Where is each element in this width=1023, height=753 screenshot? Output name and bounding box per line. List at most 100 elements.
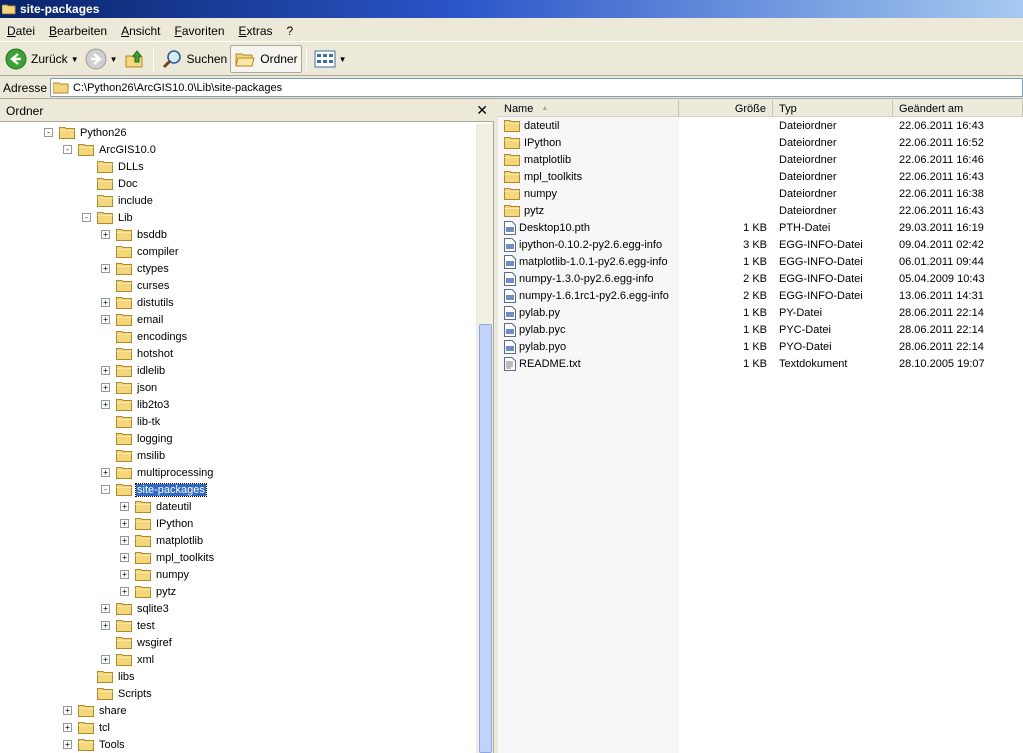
tree-item[interactable]: + pytz bbox=[120, 583, 177, 600]
tree-item[interactable]: + ctypes bbox=[101, 260, 170, 277]
tree-item[interactable]: + xml bbox=[101, 651, 155, 668]
scrollbar-thumb[interactable] bbox=[479, 324, 492, 753]
folder-row[interactable]: matplotlib Dateiordner 22.06.2011 16:46 bbox=[498, 151, 1023, 168]
column-header-name[interactable]: Name ▲ bbox=[498, 100, 679, 117]
tree-item[interactable]: + sqlite3 bbox=[101, 600, 170, 617]
views-button[interactable]: ▼ bbox=[311, 45, 350, 73]
address-input[interactable]: C:\Python26\ArcGIS10.0\Lib\site-packages bbox=[50, 78, 1023, 97]
collapse-icon[interactable]: - bbox=[101, 485, 110, 494]
expand-icon[interactable]: + bbox=[120, 536, 129, 545]
collapse-icon[interactable]: - bbox=[63, 145, 72, 154]
expand-icon[interactable]: + bbox=[101, 315, 110, 324]
chevron-down-icon[interactable]: ▼ bbox=[71, 55, 79, 64]
tree-item[interactable]: compiler bbox=[101, 243, 180, 260]
expand-icon[interactable]: + bbox=[101, 621, 110, 630]
expand-icon[interactable]: + bbox=[120, 587, 129, 596]
expand-icon[interactable]: + bbox=[101, 400, 110, 409]
file-row[interactable]: ipython-0.10.2-py2.6.egg-info 3 KB EGG-INF… bbox=[498, 236, 1023, 253]
tree-item[interactable]: lib-tk bbox=[101, 413, 161, 430]
expand-icon[interactable]: + bbox=[101, 230, 110, 239]
menu-extras[interactable]: Extras bbox=[232, 24, 280, 38]
tree-item[interactable]: Doc bbox=[82, 175, 139, 192]
column-header-modified[interactable]: Geändert am bbox=[893, 100, 1023, 117]
tree-item[interactable]: hotshot bbox=[101, 345, 174, 362]
file-row[interactable]: pylab.pyc 1 KB PYC-Datei 28.06.2011 22:14 bbox=[498, 321, 1023, 338]
folder-row[interactable]: pytz Dateiordner 22.06.2011 16:43 bbox=[498, 202, 1023, 219]
folder-row[interactable]: IPython Dateiordner 22.06.2011 16:52 bbox=[498, 134, 1023, 151]
file-row[interactable]: pylab.pyo 1 KB PYO-Datei 28.06.2011 22:14 bbox=[498, 338, 1023, 355]
tree-item[interactable]: - Python26 bbox=[44, 124, 127, 141]
tree-item[interactable]: encodings bbox=[101, 328, 188, 345]
expand-icon[interactable]: + bbox=[63, 706, 72, 715]
expand-icon[interactable]: + bbox=[63, 723, 72, 732]
folder-row[interactable]: numpy Dateiordner 22.06.2011 16:38 bbox=[498, 185, 1023, 202]
up-folder-button[interactable] bbox=[121, 45, 149, 73]
menu-help[interactable]: ? bbox=[280, 24, 301, 38]
tree-item[interactable]: + bsddb bbox=[101, 226, 168, 243]
menu-ansicht[interactable]: Ansicht bbox=[114, 24, 167, 38]
file-row[interactable]: README.txt 1 KB Textdokument 28.10.2005 19:… bbox=[498, 355, 1023, 372]
tree-item[interactable]: + numpy bbox=[120, 566, 190, 583]
tree-item[interactable]: curses bbox=[101, 277, 170, 294]
expand-icon[interactable]: + bbox=[120, 570, 129, 579]
chevron-down-icon[interactable]: ▼ bbox=[110, 55, 118, 64]
tree-item[interactable]: libs bbox=[82, 668, 136, 685]
tree-item[interactable]: + test bbox=[101, 617, 156, 634]
file-row[interactable]: numpy-1.3.0-py2.6.egg-info 2 KB EGG-INFO-D… bbox=[498, 270, 1023, 287]
chevron-down-icon[interactable]: ▼ bbox=[339, 55, 347, 64]
tree-item[interactable]: include bbox=[82, 192, 154, 209]
collapse-icon[interactable]: - bbox=[44, 128, 53, 137]
file-row[interactable]: pylab.py 1 KB PY-Datei 28.06.2011 22:14 bbox=[498, 304, 1023, 321]
tree-item[interactable]: + matplotlib bbox=[120, 532, 204, 549]
folder-row[interactable]: mpl_toolkits Dateiordner 22.06.2011 16:43 bbox=[498, 168, 1023, 185]
collapse-icon[interactable]: - bbox=[82, 213, 91, 222]
tree-item[interactable]: logging bbox=[101, 430, 173, 447]
tree-item[interactable]: + distutils bbox=[101, 294, 175, 311]
back-button[interactable]: Zurück ▼ bbox=[2, 45, 82, 73]
menu-bearbeiten[interactable]: Bearbeiten bbox=[42, 24, 114, 38]
tree-item[interactable]: - site-packages bbox=[101, 481, 207, 498]
menu-datei[interactable]: Datei bbox=[0, 24, 42, 38]
file-row[interactable]: matplotlib-1.0.1-py2.6.egg-info 1 KB EGG-I… bbox=[498, 253, 1023, 270]
column-header-type[interactable]: Typ bbox=[773, 100, 893, 117]
file-row[interactable]: Desktop10.pth 1 KB PTH-Datei 29.03.2011 16:… bbox=[498, 219, 1023, 236]
search-button[interactable]: Suchen bbox=[158, 45, 231, 73]
tree-item[interactable]: + lib2to3 bbox=[101, 396, 170, 413]
folder-row[interactable]: dateutil Dateiordner 22.06.2011 16:43 bbox=[498, 117, 1023, 134]
tree-item[interactable]: + idlelib bbox=[101, 362, 166, 379]
tree-item[interactable]: wsgiref bbox=[101, 634, 173, 651]
vertical-scrollbar[interactable] bbox=[476, 124, 493, 753]
tree-item[interactable]: + dateutil bbox=[120, 498, 192, 515]
expand-icon[interactable]: + bbox=[120, 502, 129, 511]
folders-button[interactable]: Ordner bbox=[230, 45, 302, 73]
expand-icon[interactable]: + bbox=[120, 519, 129, 528]
tree-item[interactable]: - Lib bbox=[82, 209, 134, 226]
column-header-size[interactable]: Größe bbox=[679, 100, 773, 117]
expand-icon[interactable]: + bbox=[101, 383, 110, 392]
expand-icon[interactable]: + bbox=[101, 604, 110, 613]
forward-button[interactable]: ▼ bbox=[82, 45, 121, 73]
tree-item[interactable]: + Tools bbox=[63, 736, 126, 753]
tree-item[interactable]: + share bbox=[63, 702, 128, 719]
expand-icon[interactable]: + bbox=[101, 298, 110, 307]
expand-icon[interactable]: + bbox=[101, 468, 110, 477]
expand-icon[interactable]: + bbox=[101, 655, 110, 664]
expand-icon[interactable]: + bbox=[63, 740, 72, 749]
tree-item[interactable]: Scripts bbox=[82, 685, 153, 702]
tree-item[interactable]: - ArcGIS10.0 bbox=[63, 141, 157, 158]
tree-item[interactable]: + mpl_toolkits bbox=[120, 549, 215, 566]
title-bar[interactable]: site-packages bbox=[0, 0, 1023, 18]
expand-icon[interactable]: + bbox=[120, 553, 129, 562]
menu-favoriten[interactable]: Favoriten bbox=[167, 24, 231, 38]
tree-item[interactable]: + IPython bbox=[120, 515, 194, 532]
tree-item[interactable]: + multiprocessing bbox=[101, 464, 214, 481]
close-icon[interactable]: ✕ bbox=[476, 102, 488, 119]
tree-item[interactable]: + json bbox=[101, 379, 158, 396]
expand-icon[interactable]: + bbox=[101, 366, 110, 375]
tree-item[interactable]: msilib bbox=[101, 447, 166, 464]
file-row[interactable]: numpy-1.6.1rc1-py2.6.egg-info 2 KB EGG-INF… bbox=[498, 287, 1023, 304]
tree-item[interactable]: + email bbox=[101, 311, 164, 328]
tree-item[interactable]: + tcl bbox=[63, 719, 111, 736]
expand-icon[interactable]: + bbox=[101, 264, 110, 273]
tree-item[interactable]: DLLs bbox=[82, 158, 145, 175]
